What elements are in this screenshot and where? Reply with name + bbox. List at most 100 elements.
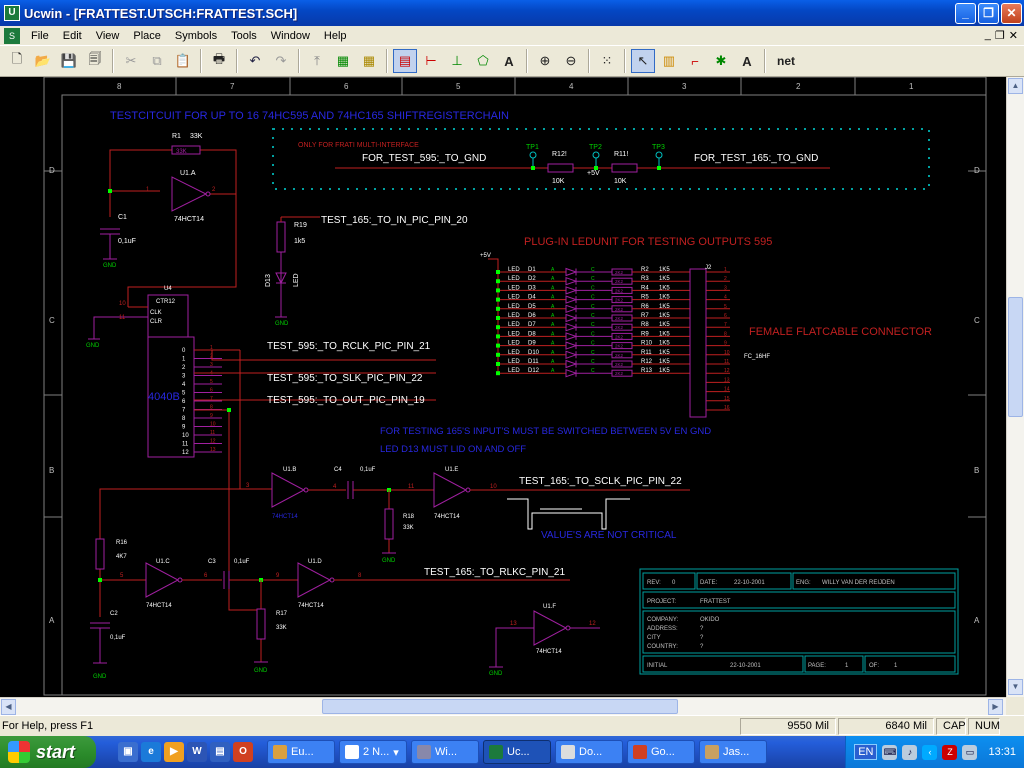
copy-icon[interactable]: ⧉: [145, 49, 169, 73]
menu-help[interactable]: Help: [317, 30, 354, 42]
open-folder-icon[interactable]: 📂: [31, 49, 55, 73]
start-button[interactable]: start: [0, 736, 96, 768]
task-button[interactable]: Jas...: [699, 740, 767, 764]
save-icon[interactable]: 💾: [57, 49, 81, 73]
new-file-icon[interactable]: 🗋: [5, 49, 29, 73]
ucwin-app-icon[interactable]: U: [4, 5, 20, 21]
u1f-label: U1.F: [543, 604, 556, 610]
place-part-icon[interactable]: ▥: [657, 49, 681, 73]
horizontal-scrollbar[interactable]: ◀ ▶: [0, 697, 1006, 715]
undo-icon[interactable]: ↶: [243, 49, 267, 73]
resistor-body-value: 2K2: [615, 344, 624, 349]
resistor-value: 1K5: [659, 304, 670, 310]
row-label: B: [974, 466, 979, 475]
task-button[interactable]: Uc...: [483, 740, 551, 764]
netlist-icon[interactable]: net: [771, 49, 801, 73]
u1c-label: U1.C: [156, 559, 170, 565]
menu-view[interactable]: View: [89, 30, 127, 42]
u1e-part: 74HCT14: [434, 514, 460, 520]
component-alt-icon[interactable]: ▦: [357, 49, 381, 73]
menu-tools[interactable]: Tools: [224, 30, 264, 42]
text-icon[interactable]: A: [497, 49, 521, 73]
task-button[interactable]: Eu...: [267, 740, 335, 764]
col-label: 8: [117, 82, 122, 91]
scroll-up-icon[interactable]: ▲: [1008, 78, 1023, 94]
clock[interactable]: 13:31: [988, 746, 1016, 758]
menu-edit[interactable]: Edit: [56, 30, 89, 42]
paste-icon[interactable]: 📋: [171, 49, 195, 73]
led-ref: D10: [528, 350, 540, 356]
connector-pin-number: 15: [724, 396, 730, 402]
desktop-icon[interactable]: ▣: [118, 742, 138, 762]
menu-symbols[interactable]: Symbols: [168, 30, 224, 42]
word-icon[interactable]: W: [187, 742, 207, 762]
zoom-in-icon[interactable]: ⊕: [533, 49, 557, 73]
chevron-left-icon[interactable]: ‹: [922, 744, 938, 760]
toolbar-separator: [200, 49, 202, 73]
zoom-out-icon[interactable]: ⊖: [559, 49, 583, 73]
inverter-u1c-icon: [145, 562, 180, 598]
vertical-scroll-thumb[interactable]: [1008, 297, 1023, 417]
task-button[interactable]: 2 N... ▾: [339, 740, 407, 764]
scroll-down-icon[interactable]: ▼: [1008, 679, 1023, 695]
minimize-button[interactable]: _: [955, 2, 976, 24]
scroll-right-icon[interactable]: ▶: [988, 699, 1003, 715]
redo-icon[interactable]: ↷: [269, 49, 293, 73]
gnd-label: GND: [275, 321, 289, 327]
component-icon[interactable]: ▦: [331, 49, 355, 73]
cut-icon[interactable]: ✂: [119, 49, 143, 73]
restore-button[interactable]: ❐: [978, 2, 999, 24]
horizontal-scroll-thumb[interactable]: [322, 699, 678, 714]
task-button[interactable]: Wi...: [411, 740, 479, 764]
resistor-body-value: 2K2: [615, 362, 624, 367]
hierarchy-icon[interactable]: ⊢: [419, 49, 443, 73]
document-icon[interactable]: S: [4, 27, 20, 44]
schematic-canvas[interactable]: 8 7 6 5 4 3 2 1 D C B A D C B A TESTCITC…: [0, 77, 1006, 697]
pin-icon[interactable]: ⊥: [445, 49, 469, 73]
connector-pin-number: 10: [724, 350, 730, 356]
network-icon[interactable]: ▭: [962, 744, 978, 760]
media-player-icon[interactable]: ▶: [164, 742, 184, 762]
grid-icon[interactable]: ⁙: [595, 49, 619, 73]
pointer-icon[interactable]: ↖: [631, 49, 655, 73]
pin-number: 11: [210, 430, 215, 436]
label-icon[interactable]: A: [735, 49, 759, 73]
language-indicator[interactable]: EN: [854, 744, 878, 760]
move-up-icon[interactable]: ⤒: [305, 49, 329, 73]
connector-pin-number: 4: [724, 295, 727, 301]
junction-icon[interactable]: ✱: [709, 49, 733, 73]
row-label: A: [974, 616, 980, 625]
led-type: LED: [508, 295, 520, 301]
window-list-icon[interactable]: ▤: [210, 742, 230, 762]
net-icon[interactable]: ⬠: [471, 49, 495, 73]
save-all-icon[interactable]: 🗐: [83, 49, 107, 73]
internet-explorer-icon[interactable]: e: [141, 742, 161, 762]
paint-icon: [705, 745, 719, 759]
resistor-value: 1K5: [659, 295, 670, 301]
resistor-r16: [95, 538, 105, 570]
vertical-scrollbar[interactable]: ▲ ▼: [1006, 77, 1024, 697]
connector-pin-number: 16: [724, 405, 730, 411]
keyboard-icon[interactable]: ⌨: [882, 744, 898, 760]
close-button[interactable]: ✕: [1001, 2, 1022, 24]
led-type: LED: [508, 304, 520, 310]
menu-file[interactable]: File: [24, 30, 56, 42]
mdi-minimize-button[interactable]: _: [985, 29, 991, 42]
menu-window[interactable]: Window: [264, 30, 317, 42]
volume-icon[interactable]: ♪: [902, 744, 918, 760]
task-button[interactable]: Go...: [627, 740, 695, 764]
task-button[interactable]: Do...: [555, 740, 623, 764]
select-window-icon[interactable]: ▤: [393, 49, 417, 73]
net-label-165-rlkc: TEST_165:_TO_RLKC_PIN_21: [424, 567, 565, 578]
print-icon[interactable]: 🖶: [207, 49, 231, 73]
led-icon: [565, 267, 578, 277]
zonealarm-icon[interactable]: Z: [942, 744, 958, 760]
mdi-close-button[interactable]: ✕: [1009, 29, 1018, 42]
opera-icon[interactable]: O: [233, 742, 253, 762]
menu-place[interactable]: Place: [126, 30, 168, 42]
mdi-restore-button[interactable]: ❐: [995, 29, 1005, 42]
wire-icon[interactable]: ⌐: [683, 49, 707, 73]
pin-number: 11: [119, 315, 126, 321]
scroll-left-icon[interactable]: ◀: [1, 699, 16, 715]
counter-output-label: 1: [182, 357, 186, 363]
